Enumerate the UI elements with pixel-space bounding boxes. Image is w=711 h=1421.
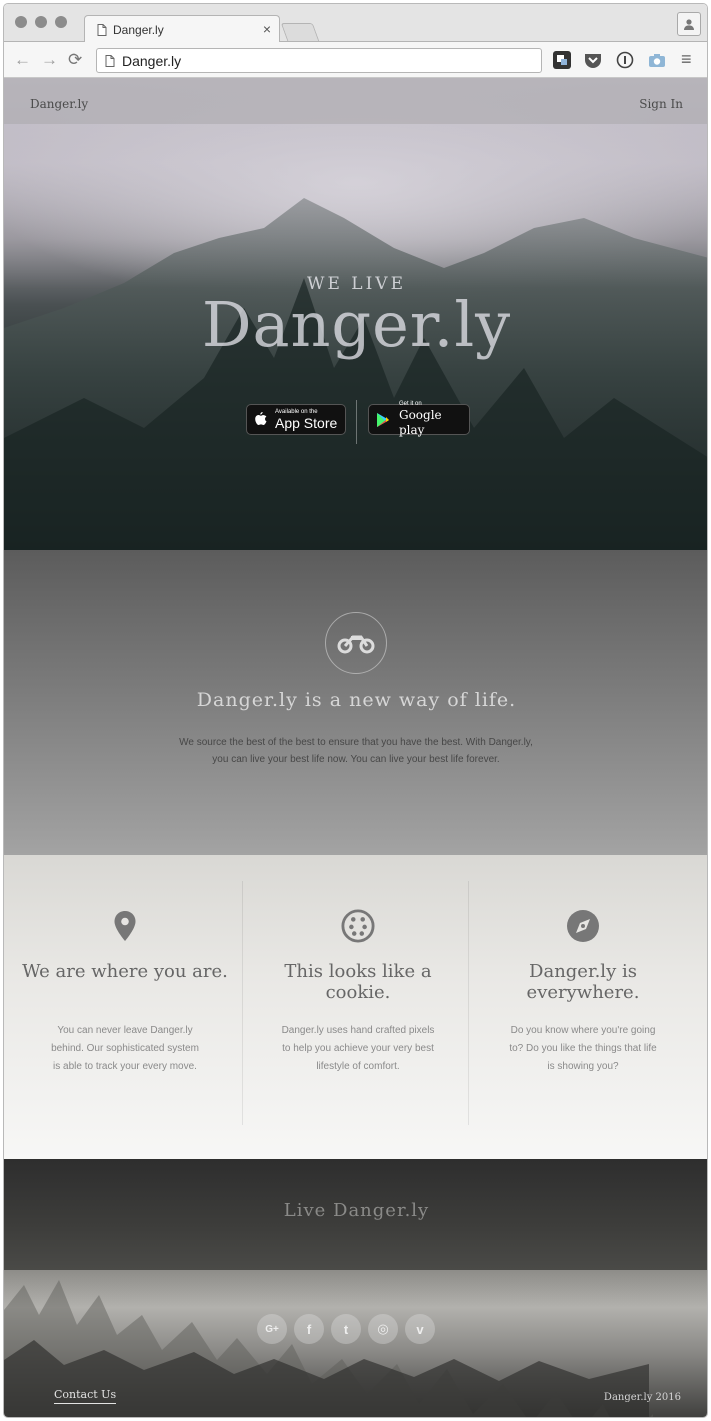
feature-title: Danger.ly is everywhere. xyxy=(526,961,640,1003)
tab-title: Danger.ly xyxy=(113,23,164,37)
tab-bar: Danger.ly × xyxy=(4,4,707,43)
top-navigation: Danger.ly Sign In xyxy=(4,78,707,124)
vimeo-icon[interactable]: v xyxy=(405,1314,435,1344)
hero-section: Danger.ly Sign In WE LIVE Danger.ly Avai… xyxy=(4,78,707,550)
browser-toolbar: ← → ⟳ ≡ xyxy=(4,42,707,78)
url-input[interactable] xyxy=(122,52,522,69)
twitter-icon[interactable]: t xyxy=(331,1314,361,1344)
facebook-icon[interactable]: f xyxy=(294,1314,324,1344)
features-section: We are where you are. You can never leav… xyxy=(4,855,707,1159)
sign-in-link[interactable]: Sign In xyxy=(639,97,683,111)
back-button[interactable]: ← xyxy=(14,51,31,68)
store-divider xyxy=(356,400,357,444)
password-manager-icon[interactable] xyxy=(616,51,634,69)
cta-section: Live Danger.ly xyxy=(4,1159,707,1270)
profile-button[interactable] xyxy=(677,12,701,36)
compass-icon xyxy=(566,907,600,945)
camera-extension-icon[interactable] xyxy=(648,51,666,69)
instagram-glyph: ◎ xyxy=(377,1321,389,1336)
cookie-icon xyxy=(341,907,375,945)
page-icon xyxy=(105,55,115,67)
brand-link[interactable]: Danger.ly xyxy=(30,97,88,111)
translate-glyph-icon xyxy=(557,55,567,65)
app-store-button[interactable]: Available on the App Store xyxy=(246,404,346,435)
address-bar[interactable] xyxy=(96,48,542,73)
translate-extension-icon[interactable] xyxy=(553,51,571,69)
google-plus-icon[interactable]: G+ xyxy=(257,1314,287,1344)
intro-body: We source the best of the best to ensure… xyxy=(179,737,533,765)
menu-button[interactable]: ≡ xyxy=(681,50,692,68)
person-icon xyxy=(684,19,694,30)
new-tab-button[interactable] xyxy=(280,23,320,41)
google-play-label: Google play xyxy=(399,408,442,437)
feature-column: Danger.ly is everywhere. Do you know whe… xyxy=(466,855,700,1159)
apple-icon xyxy=(255,411,267,425)
feature-body: Do you know where you're going to? Do yo… xyxy=(509,1025,657,1072)
forward-button[interactable]: → xyxy=(41,51,58,68)
facebook-glyph: f xyxy=(306,1321,312,1337)
maximize-window-button[interactable] xyxy=(55,16,67,28)
window-controls xyxy=(15,16,67,28)
motorcycle-icon xyxy=(325,612,387,674)
google-play-small-label: Get it on xyxy=(399,401,422,407)
feature-body: Danger.ly uses hand crafted pixels to he… xyxy=(281,1025,435,1072)
page-content: Danger.ly Sign In WE LIVE Danger.ly Avai… xyxy=(4,78,707,1417)
intro-section: Danger.ly is a new way of life. We sourc… xyxy=(4,550,707,855)
map-pin-icon xyxy=(108,907,142,945)
feature-title: This looks like a cookie. xyxy=(284,961,432,1003)
browser-window: Danger.ly × ← → ⟳ ≡ xyxy=(3,3,708,1418)
minimize-window-button[interactable] xyxy=(35,16,47,28)
footer: G+ f t ◎ v Contact Us Danger.ly 2016 xyxy=(4,1270,707,1417)
google-play-button[interactable]: Get it on Google play xyxy=(368,401,470,437)
camera-icon xyxy=(649,53,665,67)
contact-us-link[interactable]: Contact Us xyxy=(54,1388,117,1404)
intro-heading: Danger.ly is a new way of life. xyxy=(196,689,517,711)
tab-active[interactable]: Danger.ly × xyxy=(84,15,280,43)
hero-title: Danger.ly xyxy=(201,288,512,361)
cta-text: Live Danger.ly xyxy=(283,1200,430,1221)
instagram-icon[interactable]: ◎ xyxy=(368,1314,398,1344)
app-store-label: App Store xyxy=(275,414,338,431)
twitter-glyph: t xyxy=(343,1321,349,1337)
feature-body: You can never leave Danger.ly behind. Ou… xyxy=(51,1025,199,1072)
google-plus-glyph: G+ xyxy=(265,1323,279,1335)
feature-column: We are where you are. You can never leav… xyxy=(8,855,242,1159)
reload-button[interactable]: ⟳ xyxy=(68,51,82,68)
pocket-glyph-icon xyxy=(585,54,601,68)
feature-column: This looks like a cookie. Danger.ly uses… xyxy=(241,855,475,1159)
copyright-text: Danger.ly 2016 xyxy=(603,1392,681,1403)
info-circle-icon xyxy=(616,51,634,69)
vimeo-glyph: v xyxy=(416,1321,424,1337)
feature-title: We are where you are. xyxy=(22,961,228,982)
google-play-icon xyxy=(377,412,389,427)
document-icon xyxy=(97,24,107,36)
pocket-extension-icon[interactable] xyxy=(584,51,602,69)
tab-close-button[interactable]: × xyxy=(263,21,271,37)
close-window-button[interactable] xyxy=(15,16,27,28)
